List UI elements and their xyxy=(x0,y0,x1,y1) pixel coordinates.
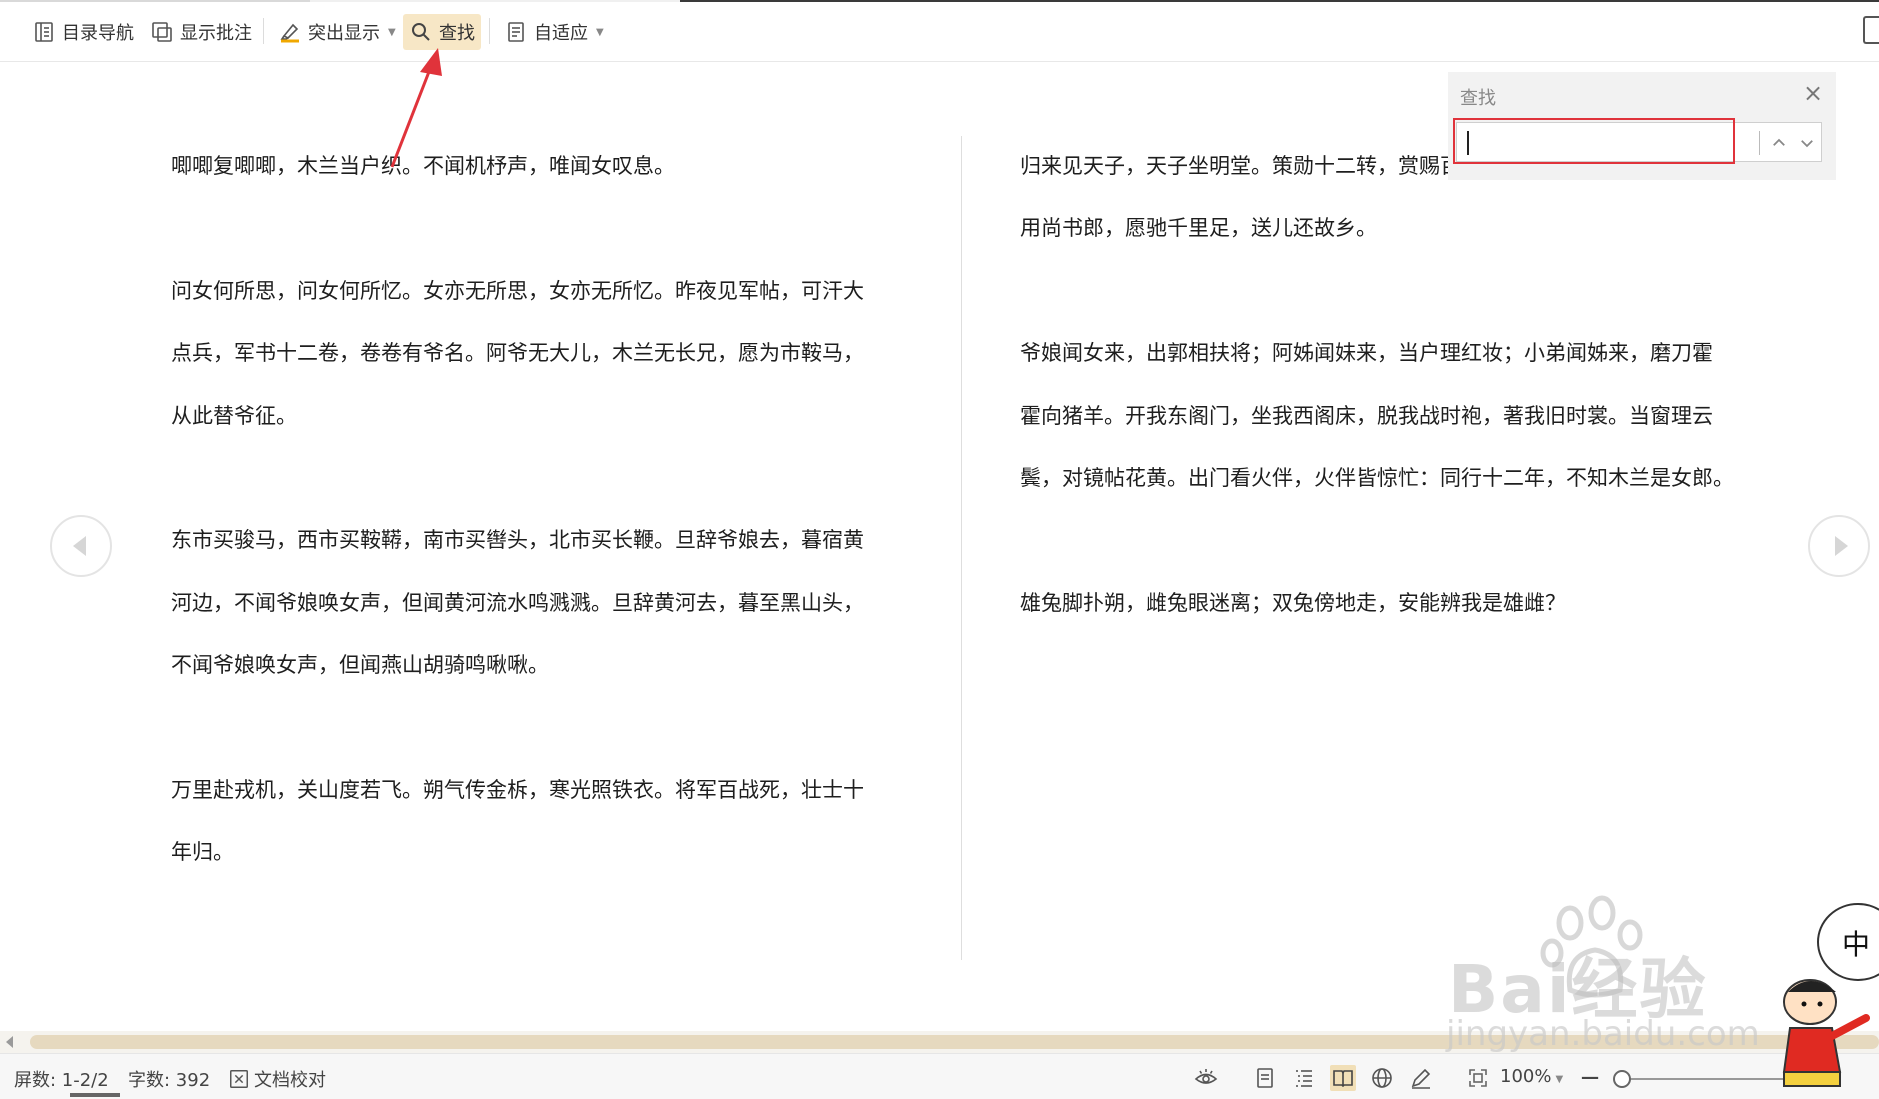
page-divider xyxy=(961,136,962,960)
fit-page-icon xyxy=(508,22,524,42)
zoom-dropdown-caret[interactable]: ▼ xyxy=(1555,1074,1563,1085)
reading-view-button[interactable] xyxy=(1330,1065,1356,1091)
scroll-left-arrow-icon[interactable] xyxy=(6,1036,13,1048)
page-left: 唧唧复唧唧，木兰当户织。不闻机杼声，唯闻女叹息。 问女何所思，问女何所忆。女亦无… xyxy=(171,135,911,884)
fit-screen-icon xyxy=(1469,1069,1487,1087)
reading-toolbar: 目录导航 显示批注 突出显示 ▼ 查找 自适应 ▼ xyxy=(0,0,1879,62)
find-input[interactable] xyxy=(1461,126,1721,158)
comments-icon xyxy=(152,22,172,42)
pen-icon xyxy=(1411,1068,1431,1089)
text-line: 唧唧复唧唧，木兰当户织。不闻机杼声，唯闻女叹息。 xyxy=(171,154,675,178)
find-separator xyxy=(1759,131,1760,155)
outline-view-icon xyxy=(1296,1070,1312,1087)
find-box xyxy=(1456,122,1822,162)
highlight-label: 突出显示 xyxy=(308,23,380,44)
toolbar-separator xyxy=(489,18,490,44)
toolbar-accent-line xyxy=(0,0,1879,2)
zoom-out-button[interactable]: − xyxy=(1577,1063,1603,1093)
chevron-left-icon xyxy=(72,536,86,556)
write-mode-button[interactable] xyxy=(1408,1065,1434,1091)
page-right: 归来见天子，天子坐明堂。策勋十二转，赏赐百千强。可汗问所欲，木兰不 用尚书郎，愿… xyxy=(1020,135,1760,634)
status-bar: 屏数: 1-2/2 字数: 392 文档校对 100% ▼ − xyxy=(0,1053,1879,1099)
text-line: 爷娘闻女来，出郭相扶将；阿姊闻妹来，当户理红妆；小弟闻姊来，磨刀霍 xyxy=(1020,341,1713,366)
fit-page-dropdown-caret[interactable]: ▼ xyxy=(596,27,604,38)
fit-page-button[interactable]: 自适应 ▼ xyxy=(498,14,610,50)
toc-nav-button[interactable]: 目录导航 xyxy=(26,14,140,50)
zoom-value: 100% xyxy=(1500,1066,1552,1087)
proofread-button[interactable]: 文档校对 xyxy=(228,1066,326,1092)
minus-icon: − xyxy=(1579,1063,1601,1093)
search-button[interactable]: 查找 xyxy=(403,14,481,50)
text-line: 雄兔脚扑朔，雌兔眼迷离；双兔傍地走，安能辨我是雄雌？ xyxy=(1020,590,1566,615)
eye-icon xyxy=(1194,1069,1218,1084)
show-comments-button[interactable]: 显示批注 xyxy=(144,14,258,50)
chevron-down-icon xyxy=(1801,140,1813,148)
page-view-icon xyxy=(1257,1068,1273,1088)
chevron-right-icon xyxy=(1834,536,1848,556)
toc-nav-label: 目录导航 xyxy=(62,23,134,44)
web-view-button[interactable] xyxy=(1369,1065,1395,1091)
search-icon xyxy=(412,23,430,41)
eye-protection-button[interactable] xyxy=(1193,1065,1219,1091)
chevron-up-icon xyxy=(1773,138,1785,146)
text-line: 河边，不闻爷娘唤女声，但闻黄河流水鸣溅溅。旦辞黄河去，暮至黑山头， xyxy=(171,590,864,615)
highlight-dropdown-caret[interactable]: ▼ xyxy=(388,27,396,38)
outline-view-button[interactable] xyxy=(1291,1065,1317,1091)
book-icon xyxy=(1333,1070,1353,1088)
word-count[interactable]: 字数: 392 xyxy=(128,1066,210,1092)
text-line: 东市买骏马，西市买鞍鞯，南市买辔头，北市买长鞭。旦辞爷娘去，暮宿黄 xyxy=(171,528,864,553)
next-page-button[interactable] xyxy=(1808,515,1870,577)
highlight-button[interactable]: 突出显示 ▼ xyxy=(272,14,402,50)
text-line: 不闻爷娘唤女声，但闻燕山胡骑鸣啾啾。 xyxy=(171,653,549,678)
proofread-icon xyxy=(230,1070,248,1088)
find-next-button[interactable] xyxy=(1795,131,1819,155)
text-line: 年归。 xyxy=(171,840,234,865)
highlighter-icon xyxy=(280,23,299,43)
zoom-level[interactable]: 100% ▼ xyxy=(1500,1066,1563,1087)
text-line: 问女何所思，问女何所忆。女亦无所思，女亦无所忆。昨夜见军帖，可汗大 xyxy=(171,278,864,303)
text-line: 点兵，军书十二卷，卷卷有爷名。阿爷无大儿，木兰无长兄，愿为市鞍马， xyxy=(171,341,864,366)
screen-count: 屏数: 1-2/2 xyxy=(14,1070,109,1091)
globe-icon xyxy=(1372,1068,1392,1088)
search-label: 查找 xyxy=(439,23,475,44)
show-comments-label: 显示批注 xyxy=(180,23,252,44)
zoom-slider-handle[interactable] xyxy=(1613,1070,1631,1088)
text-cursor xyxy=(1467,131,1469,155)
text-line: 万里赴戎机，关山度若飞。朔气传金柝，寒光照铁衣。将军百战死，壮士十 xyxy=(171,778,864,803)
watermark-url: jingyan.baidu.com xyxy=(1446,1014,1760,1054)
close-icon[interactable]: × xyxy=(1802,81,1824,105)
fit-page-label: 自适应 xyxy=(534,23,588,44)
prev-page-button[interactable] xyxy=(50,515,112,577)
exit-reading-icon[interactable] xyxy=(1863,16,1879,44)
status-progress-bar xyxy=(70,1093,120,1097)
text-line: 用尚书郎，愿驰千里足，送儿还故乡。 xyxy=(1020,216,1377,241)
text-line: 霍向猪羊。开我东阁门，坐我西阁床，脱我战时袍，著我旧时裳。当窗理云 xyxy=(1020,403,1713,428)
full-screen-button[interactable] xyxy=(1465,1065,1491,1091)
find-panel: 查找 × xyxy=(1448,72,1836,180)
text-line: 从此替爷征。 xyxy=(171,403,297,428)
proofread-label: 文档校对 xyxy=(254,1070,326,1091)
toolbar-separator xyxy=(263,18,264,44)
find-previous-button[interactable] xyxy=(1767,131,1791,155)
page-view-button[interactable] xyxy=(1252,1065,1278,1091)
toc-nav-icon xyxy=(35,22,53,42)
text-line: 鬓，对镜帖花黄。出门看火伴，火伴皆惊忙：同行十二年，不知木兰是女郎。 xyxy=(1020,466,1734,491)
find-panel-title: 查找 xyxy=(1460,88,1496,109)
zoom-slider[interactable] xyxy=(1620,1078,1840,1080)
